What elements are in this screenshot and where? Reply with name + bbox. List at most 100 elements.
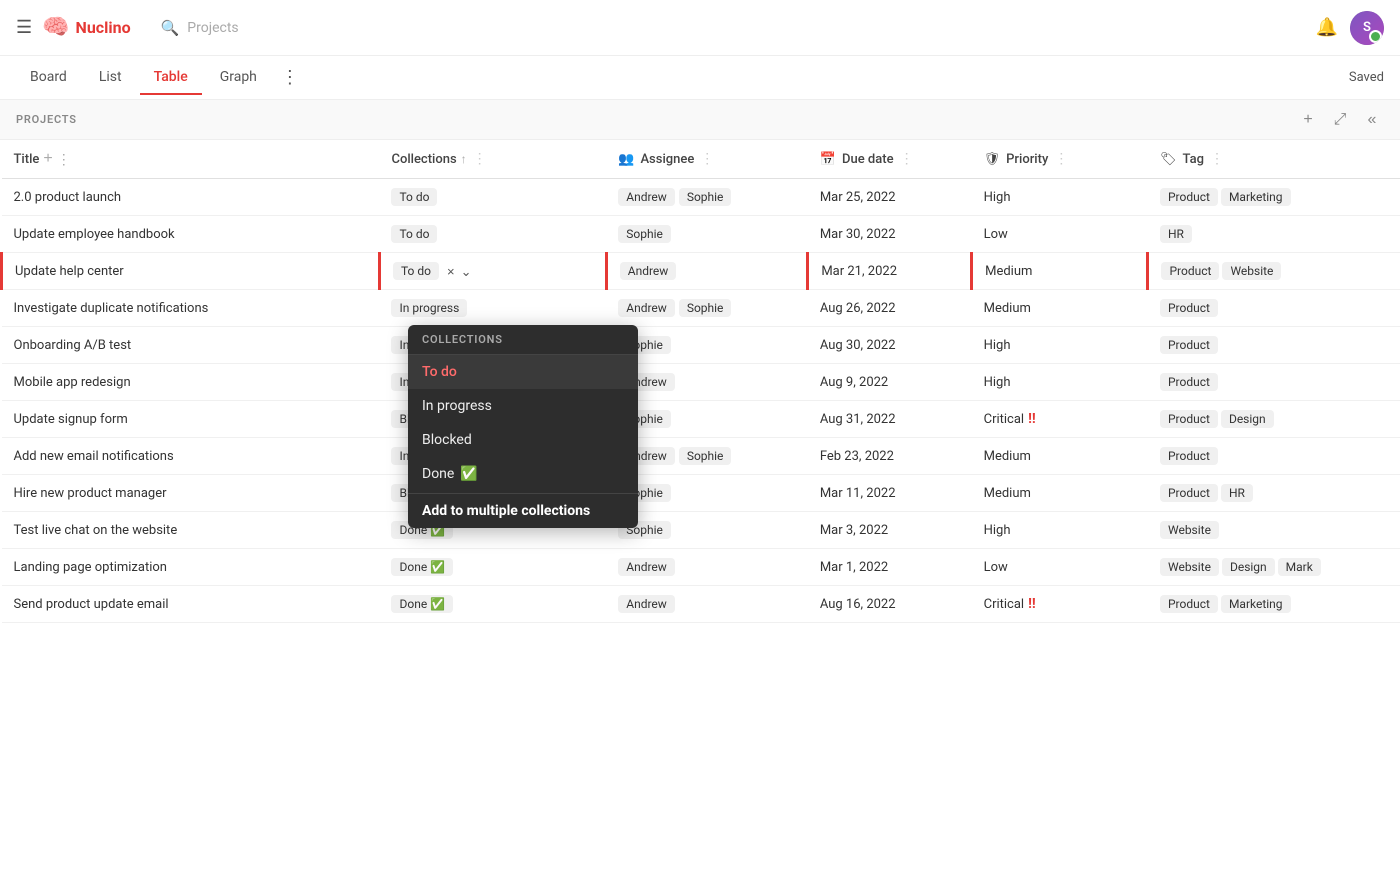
table-row: Investigate duplicate notifications In pr… [2, 290, 1400, 327]
tag-badge[interactable]: Product [1160, 595, 1218, 613]
row-title[interactable]: Send product update email [14, 597, 169, 612]
cell-priority: Medium [972, 290, 1148, 327]
cell-title: Landing page optimization [2, 549, 380, 586]
assignee-chip[interactable]: Andrew [618, 447, 675, 465]
cell-assignee: Sophie [606, 401, 808, 438]
tab-board[interactable]: Board [16, 61, 81, 95]
priority-col-menu[interactable]: ⋮ [1054, 151, 1068, 167]
collection-chevron-button[interactable]: ⌄ [460, 265, 473, 278]
tag-badge[interactable]: Design [1222, 558, 1275, 576]
assignee-chip[interactable]: Andrew [618, 299, 675, 317]
due-date-value: Aug 31, 2022 [820, 412, 896, 427]
row-title[interactable]: Update help center [15, 264, 124, 279]
due-date-value: Mar 3, 2022 [820, 523, 888, 538]
collection-pill[interactable]: In progress [391, 299, 467, 317]
title-col-menu[interactable]: ⋮ [57, 151, 71, 168]
cell-duedate: Mar 21, 2022 [808, 253, 972, 290]
tab-table[interactable]: Table [140, 61, 202, 95]
tag-badge[interactable]: Product [1160, 373, 1218, 391]
row-title[interactable]: Add new email notifications [14, 449, 174, 464]
row-title[interactable]: Update employee handbook [14, 227, 175, 242]
assignee-chip[interactable]: Andrew [618, 595, 675, 613]
tag-badge[interactable]: Website [1222, 262, 1281, 280]
row-title[interactable]: Landing page optimization [14, 560, 167, 575]
collection-remove-button[interactable]: × [446, 265, 456, 278]
tag-badge[interactable]: Product [1161, 262, 1219, 280]
collection-pill[interactable]: Blocked [391, 410, 450, 428]
row-title[interactable]: Investigate duplicate notifications [14, 301, 209, 316]
assignee-chip[interactable]: Sophie [618, 410, 671, 428]
tag-badge[interactable]: Product [1160, 299, 1218, 317]
collection-pill[interactable]: Blocked [391, 484, 450, 502]
row-title[interactable]: 2.0 product launch [14, 190, 122, 205]
collection-pill[interactable]: Done ✅ [391, 558, 453, 576]
assignee-chip[interactable]: Sophie [618, 521, 671, 539]
bell-icon[interactable]: 🔔 [1316, 17, 1338, 38]
top-nav: ☰ 🧠 Nuclino 🔍 Projects 🔔 S [0, 0, 1400, 56]
row-title[interactable]: Update signup form [14, 412, 128, 427]
add-row-button[interactable]: + [1296, 108, 1320, 132]
assignee-chip[interactable]: Andrew [620, 262, 677, 280]
cell-title: Update signup form [2, 401, 380, 438]
due-date-value: Mar 11, 2022 [820, 486, 896, 501]
collection-pill[interactable]: To do [393, 262, 439, 280]
search-icon: 🔍 [161, 19, 180, 37]
tag-badge[interactable]: Marketing [1221, 595, 1291, 613]
tag-badge[interactable]: Mark [1278, 558, 1321, 576]
tag-badge[interactable]: Product [1160, 410, 1218, 428]
row-title[interactable]: Test live chat on the website [14, 523, 178, 538]
collections-col-menu[interactable]: ⋮ [473, 151, 487, 167]
assignee-chip[interactable]: Sophie [679, 299, 732, 317]
tag-badge[interactable]: Product [1160, 188, 1218, 206]
cell-assignee: AndrewSophie [606, 179, 808, 216]
collection-pill[interactable]: To do [391, 188, 437, 206]
cell-collection: In progress [379, 364, 606, 401]
cell-tag: ProductWebsite [1148, 253, 1400, 290]
tab-graph[interactable]: Graph [206, 61, 271, 95]
tab-more-icon[interactable]: ⋮ [275, 59, 305, 96]
row-title[interactable]: Onboarding A/B test [14, 338, 132, 353]
th-priority-label: Priority [1006, 152, 1048, 167]
cell-collection: To do [379, 216, 606, 253]
th-duedate-label: Due date [842, 152, 894, 167]
tag-badge[interactable]: Marketing [1221, 188, 1291, 206]
assignee-chip[interactable]: Sophie [618, 336, 671, 354]
hamburger-icon[interactable]: ☰ [16, 17, 32, 38]
tag-badge[interactable]: Product [1160, 447, 1218, 465]
assignee-chip[interactable]: Sophie [618, 225, 671, 243]
duedate-col-menu[interactable]: ⋮ [900, 151, 914, 167]
assignee-chip[interactable]: Sophie [679, 188, 732, 206]
assignee-chip[interactable]: Andrew [618, 373, 675, 391]
avatar[interactable]: S [1350, 11, 1384, 45]
assignee-col-menu[interactable]: ⋮ [700, 151, 714, 167]
hide-button[interactable]: « [1360, 108, 1384, 132]
tag-badge[interactable]: HR [1160, 225, 1192, 243]
th-tag-label: Tag [1183, 152, 1204, 167]
collection-pill[interactable]: In progress [391, 373, 467, 391]
tag-badge[interactable]: Website [1160, 521, 1219, 539]
assignee-chip[interactable]: Sophie [679, 447, 732, 465]
collection-pill[interactable]: In progress [391, 447, 467, 465]
collection-pill[interactable]: In progress [391, 336, 467, 354]
assignee-chip[interactable]: Andrew [618, 188, 675, 206]
tag-badge[interactable]: Design [1221, 410, 1274, 428]
collection-pill[interactable]: Done ✅ [391, 595, 453, 613]
avatar-image: S [1350, 11, 1384, 45]
assignee-chip[interactable]: Sophie [618, 484, 671, 502]
tag-col-menu[interactable]: ⋮ [1210, 151, 1224, 167]
sort-collections-icon[interactable]: ↑ [461, 152, 467, 166]
add-column-button[interactable]: + [43, 150, 52, 168]
collapse-button[interactable]: ⤢ [1328, 108, 1352, 132]
row-title[interactable]: Mobile app redesign [14, 375, 131, 390]
search-bar[interactable]: 🔍 Projects [161, 19, 239, 37]
tab-list[interactable]: List [85, 61, 136, 95]
tag-badge[interactable]: Product [1160, 484, 1218, 502]
assignee-chip[interactable]: Andrew [618, 558, 675, 576]
row-title[interactable]: Hire new product manager [14, 486, 167, 501]
tab-bar: Board List Table Graph ⋮ Saved [0, 56, 1400, 100]
collection-pill[interactable]: To do [391, 225, 437, 243]
tag-badge[interactable]: Product [1160, 336, 1218, 354]
tag-badge[interactable]: Website [1160, 558, 1219, 576]
collection-pill[interactable]: Done ✅ [391, 521, 453, 539]
tag-badge[interactable]: HR [1221, 484, 1253, 502]
